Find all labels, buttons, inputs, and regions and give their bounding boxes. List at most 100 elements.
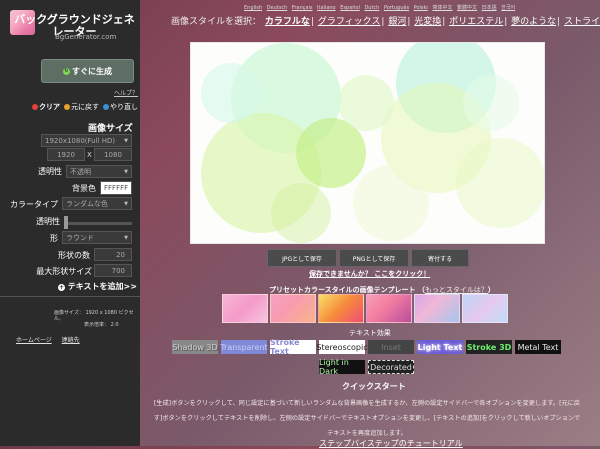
lang-english[interactable]: English bbox=[244, 5, 262, 11]
shape-count-value: 20 bbox=[116, 250, 125, 259]
effect-stroke-3d[interactable]: Stroke 3D bbox=[466, 340, 512, 354]
chevron-down-icon: ▼ bbox=[124, 137, 128, 144]
style-graphics[interactable]: グラフィックス bbox=[318, 17, 381, 27]
style-separator: | bbox=[557, 17, 561, 27]
settings-sidebar: バックグラウンドジェネレーター BgGenerator.com ↻ すぐに生成 … bbox=[0, 0, 140, 446]
effect-light-in-dark[interactable]: Light in Dark bbox=[319, 358, 365, 376]
refresh-icon: ↻ bbox=[63, 67, 70, 75]
transparency-select[interactable]: 不透明 ▼ bbox=[66, 165, 132, 178]
max-size-label: 最大形状サイズ bbox=[36, 267, 92, 276]
effect-decorated[interactable]: Decorated bbox=[368, 360, 414, 374]
redo-label: やり直し bbox=[110, 103, 138, 111]
bgcolor-input[interactable]: FFFFFF bbox=[100, 181, 132, 195]
sidebar-divider bbox=[0, 296, 140, 297]
save-jpg-button[interactable]: JPGとして保存 bbox=[267, 249, 337, 267]
max-size-input[interactable]: 700 bbox=[94, 264, 132, 277]
clear-icon bbox=[32, 104, 38, 110]
style-light-transform[interactable]: 光変換 bbox=[414, 17, 441, 27]
more-styles-link[interactable]: もっとスタイルは？ bbox=[425, 286, 488, 294]
effect-stroke-text[interactable]: Stroke Text bbox=[270, 338, 316, 356]
height-value: 1080 bbox=[104, 150, 122, 159]
action-bar: クリア 元に戻す やり直し bbox=[32, 102, 138, 112]
style-separator: | bbox=[407, 17, 411, 27]
effect-inset[interactable]: Inset bbox=[368, 340, 414, 354]
color-type-select[interactable]: ランダムな色 ▼ bbox=[62, 197, 132, 210]
generate-label: すぐに生成 bbox=[72, 66, 112, 76]
style-galaxy[interactable]: 銀河 bbox=[388, 17, 406, 27]
undo-button[interactable]: 元に戻す bbox=[64, 102, 99, 112]
plus-icon: + bbox=[58, 284, 65, 291]
lang-japanese[interactable]: 日本語 bbox=[482, 5, 497, 11]
chevron-down-icon: ▼ bbox=[124, 234, 128, 241]
sidebar-footer: ホームページ 連絡先 bbox=[16, 335, 88, 344]
lang-dutch[interactable]: Dutch bbox=[364, 5, 379, 11]
effect-stereoscopic[interactable]: Stereoscopic bbox=[316, 340, 368, 354]
lang-polski[interactable]: Polski bbox=[414, 5, 428, 11]
tutorial-link[interactable]: ステップバイステップのチュートリアル bbox=[319, 438, 463, 449]
style-selector: 画像スタイルを選択： カラフルな| グラフィックス| 銀河| 光変換| ポリエス… bbox=[171, 14, 600, 27]
bgcolor-value: FFFFFF bbox=[104, 184, 129, 192]
opacity-slider-thumb[interactable] bbox=[64, 216, 68, 229]
redo-icon bbox=[103, 104, 109, 110]
image-size-heading: 画像サイズ bbox=[88, 124, 133, 134]
quickstart-title: クイックスタート bbox=[342, 382, 406, 391]
preset-thumb-4[interactable] bbox=[366, 294, 412, 323]
color-type-value: ランダムな色 bbox=[66, 199, 108, 208]
height-input[interactable]: 1080 bbox=[94, 148, 132, 161]
transparency-value: 不透明 bbox=[70, 167, 91, 176]
style-separator: | bbox=[504, 17, 508, 27]
width-value: 1920 bbox=[57, 150, 75, 159]
generate-button[interactable]: ↻ すぐに生成 bbox=[41, 59, 134, 83]
add-text-label: テキストを追加>> bbox=[67, 282, 137, 291]
preset-thumb-3[interactable] bbox=[318, 294, 364, 323]
transparency-label: 透明性 bbox=[38, 167, 62, 176]
style-separator: | bbox=[442, 17, 446, 27]
cannot-save-link[interactable]: 保存できませんか？ ここをクリック！ bbox=[309, 269, 430, 279]
redo-button[interactable]: やり直し bbox=[103, 102, 138, 112]
size-preset-value: 1920x1080(Full HD) bbox=[45, 136, 116, 145]
opacity-slider[interactable] bbox=[64, 222, 132, 225]
shape-select[interactable]: ラウンド ▼ bbox=[62, 231, 132, 244]
style-prefix: 画像スタイルを選択： bbox=[171, 17, 262, 27]
effect-light-text[interactable]: Light Text bbox=[417, 340, 463, 354]
effect-transparent[interactable]: Transparent bbox=[220, 340, 268, 354]
shape-value: ラウンド bbox=[66, 233, 94, 242]
preview-canvas[interactable] bbox=[190, 42, 545, 244]
lang-korean[interactable]: 한국어 bbox=[501, 5, 515, 11]
lang-espanol[interactable]: Español bbox=[340, 5, 360, 11]
style-polyester[interactable]: ポリエステル bbox=[449, 17, 503, 27]
size-preset-select[interactable]: 1920x1080(Full HD) ▼ bbox=[41, 134, 132, 147]
preset-thumb-1[interactable] bbox=[222, 294, 268, 323]
style-stripe[interactable]: ストライプ bbox=[564, 17, 600, 27]
style-dreamy[interactable]: 夢のような bbox=[511, 17, 556, 27]
help-link[interactable]: ヘルプ？ bbox=[114, 88, 138, 97]
preset-thumb-2[interactable] bbox=[270, 294, 316, 323]
clear-label: クリア bbox=[39, 103, 60, 111]
lang-italiano[interactable]: Italiano bbox=[317, 5, 336, 11]
width-input[interactable]: 1920 bbox=[47, 148, 85, 161]
lang-simplified-chinese[interactable]: 简体中文 bbox=[432, 5, 452, 11]
preset-thumb-5[interactable] bbox=[414, 294, 460, 323]
shape-label: 形 bbox=[50, 234, 58, 243]
add-text-button[interactable]: + テキストを追加>> bbox=[58, 281, 137, 292]
preset-thumb-6[interactable] bbox=[462, 294, 508, 323]
display-ratio-text: 表示倍率： 2.0 bbox=[84, 322, 119, 328]
lang-francais[interactable]: Français bbox=[292, 5, 313, 11]
app-subtitle: BgGenerator.com bbox=[55, 33, 117, 41]
home-link[interactable]: ホームページ bbox=[16, 337, 52, 344]
style-colorful[interactable]: カラフルな bbox=[265, 17, 310, 27]
donate-button[interactable]: 寄付する bbox=[411, 249, 469, 267]
save-png-button[interactable]: PNGとして保存 bbox=[339, 249, 409, 267]
effect-shadow-3d[interactable]: Shadow 3D bbox=[172, 340, 218, 354]
lang-portugues[interactable]: Português bbox=[384, 5, 409, 11]
contact-link[interactable]: 連絡先 bbox=[62, 337, 80, 344]
effect-metal-text[interactable]: Metal Text bbox=[515, 340, 561, 354]
lang-traditional-chinese[interactable]: 繁體中文 bbox=[457, 5, 477, 11]
clear-button[interactable]: クリア bbox=[32, 102, 60, 112]
color-type-label: カラータイプ bbox=[10, 200, 58, 209]
language-bar: English Deutsch Français Italiano Españo… bbox=[244, 4, 518, 11]
chevron-down-icon: ▼ bbox=[124, 168, 128, 175]
lang-deutsch[interactable]: Deutsch bbox=[267, 5, 288, 11]
shape-count-label: 形状の数 bbox=[58, 251, 90, 260]
shape-count-input[interactable]: 20 bbox=[94, 248, 132, 261]
